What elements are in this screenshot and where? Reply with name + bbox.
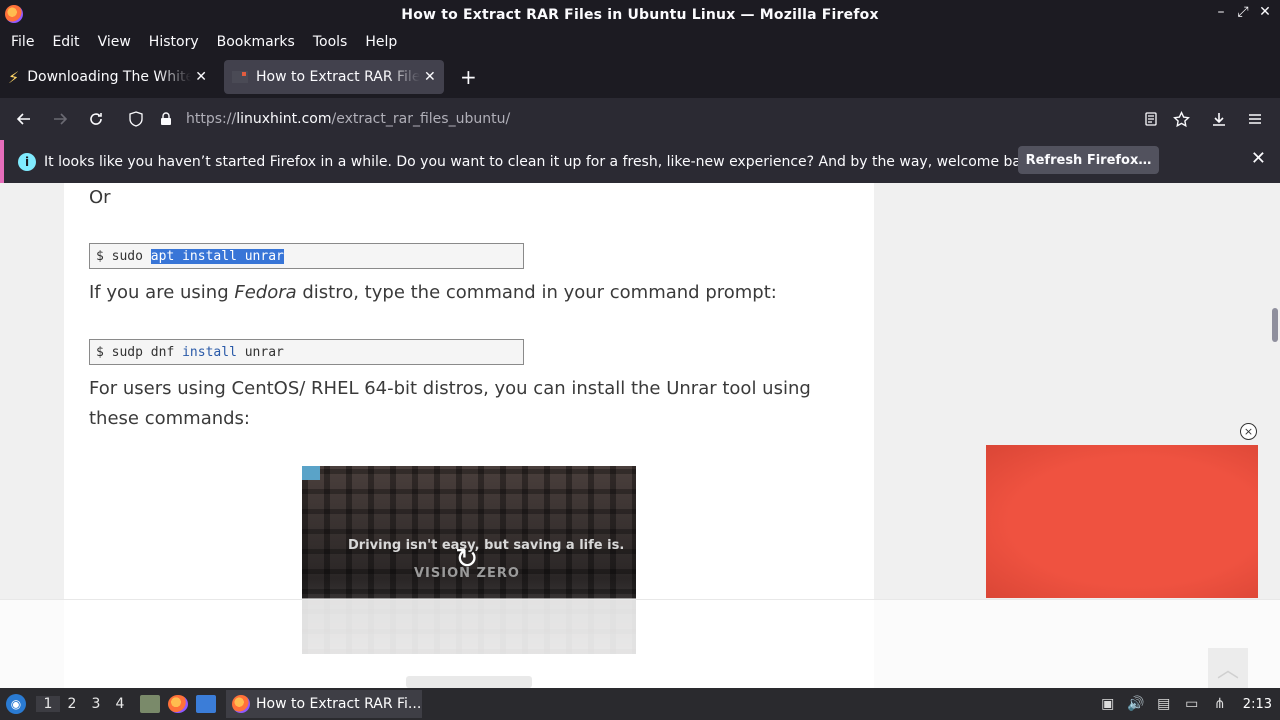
fedora-paragraph: If you are using Fedora distro, type the… [89, 278, 777, 308]
lock-icon[interactable] [160, 112, 172, 126]
ad-close-icon[interactable]: × [1240, 423, 1257, 440]
minimize-button[interactable]: – [1214, 4, 1228, 20]
notification-message: It looks like you haven’t started Firefo… [44, 153, 1043, 170]
info-icon: i [18, 152, 36, 171]
code-arg: unrar [244, 344, 284, 360]
tab-label: How to Extract RAR Files in Ubuntu [256, 69, 420, 85]
refresh-firefox-notification: i It looks like you haven’t started Fire… [0, 140, 1280, 183]
navigation-toolbar: https://linuxhint.com/extract_rar_files_… [0, 98, 1280, 140]
url-scheme: https:// [186, 111, 237, 127]
code-prompt: $ [96, 344, 104, 360]
tab-label: Downloading The White House [27, 69, 192, 85]
centos-line-2: these commands: [89, 408, 250, 429]
code-cmd: sudp dnf [111, 344, 175, 360]
scrollbar-thumb[interactable] [1272, 308, 1278, 342]
network-icon[interactable]: ⋔ [1211, 696, 1229, 712]
workspace-2[interactable]: 2 [60, 696, 84, 712]
downloads-button[interactable] [1204, 103, 1234, 135]
menu-view[interactable]: View [89, 34, 140, 50]
file-manager-icon[interactable] [140, 695, 160, 713]
reload-button[interactable] [78, 103, 114, 135]
reload-icon [90, 113, 102, 125]
menu-edit[interactable]: Edit [43, 34, 88, 50]
workspace-4[interactable]: 4 [108, 696, 132, 712]
tracking-shield-icon[interactable] [128, 111, 144, 127]
url-text[interactable]: https://linuxhint.com/extract_rar_files_… [186, 111, 510, 127]
refresh-firefox-button[interactable]: Refresh Firefox… [1018, 146, 1159, 174]
replay-icon[interactable]: ↻ [455, 542, 478, 575]
menu-history[interactable]: History [140, 34, 208, 50]
star-icon [1172, 110, 1190, 127]
back-arrow-icon [16, 113, 30, 125]
forward-button[interactable] [42, 103, 78, 135]
start-menu-icon[interactable]: ◉ [6, 694, 26, 714]
fedora-italic: Fedora [234, 282, 297, 303]
menu-help[interactable]: Help [356, 34, 406, 50]
centos-line-1: For users using CentOS/ RHEL 64-bit dist… [89, 378, 811, 399]
or-text: Or [89, 187, 111, 208]
hamburger-menu-icon [1249, 114, 1261, 124]
code-block-apt[interactable]: $ sudo apt install unrar [89, 243, 524, 269]
video-caption: Driving isn't easy, but saving a life is… [348, 538, 625, 553]
new-tab-button[interactable]: + [460, 65, 477, 89]
firefox-icon [5, 5, 23, 23]
window-titlebar: How to Extract RAR Files in Ubuntu Linux… [0, 0, 1280, 29]
code-cmd: sudo [111, 248, 143, 264]
menu-file[interactable]: File [2, 34, 43, 50]
forward-arrow-icon [54, 113, 68, 125]
side-ad-banner[interactable] [986, 445, 1258, 598]
system-tray: ▣ 🔊 ▤ ▭ ⋔ 2:13 [1099, 688, 1272, 720]
firefox-icon [232, 695, 250, 713]
ad-badge-icon [302, 466, 320, 480]
fedora-after: distro, type the command in your command… [296, 282, 777, 303]
display-icon[interactable]: ▭ [1183, 696, 1201, 712]
url-path: /extract_rar_files_ubuntu/ [331, 111, 511, 127]
workspace-1[interactable]: 1 [36, 696, 60, 712]
bolt-icon: ⚡ [8, 67, 20, 87]
linuxhint-favicon-icon [232, 71, 248, 83]
code-prompt: $ [96, 248, 104, 264]
code-block-dnf[interactable]: $ sudp dnf install unrar [89, 339, 524, 365]
download-icon [1213, 113, 1225, 126]
menu-bar: File Edit View History Bookmarks Tools H… [0, 29, 1280, 54]
clipboard-icon[interactable]: ▣ [1099, 696, 1117, 712]
workspace-3[interactable]: 3 [84, 696, 108, 712]
close-tab-icon[interactable]: ✕ [424, 69, 436, 85]
show-desktop-icon[interactable] [196, 695, 216, 713]
code-keyword: install [182, 344, 237, 360]
ad-placeholder [406, 676, 532, 688]
tab-strip: ⚡ Downloading The White House ✕ How to E… [0, 56, 1280, 98]
fedora-before: If you are using [89, 282, 235, 303]
page-content: Or $ sudo apt install unrar If you are u… [0, 183, 1280, 688]
maximize-button[interactable]: ⤢ [1236, 4, 1250, 20]
bookmark-star-button[interactable] [1166, 103, 1196, 135]
volume-icon[interactable]: 🔊 [1127, 696, 1145, 712]
tab-extract-rar[interactable]: How to Extract RAR Files in Ubuntu ✕ [224, 60, 444, 94]
notes-icon[interactable]: ▤ [1155, 696, 1173, 712]
close-tab-icon[interactable]: ✕ [195, 69, 207, 85]
selected-code-text[interactable]: apt install unrar [150, 248, 284, 264]
url-host: linuxhint.com [236, 111, 332, 127]
sticky-bottom-ad [0, 599, 1280, 688]
taskbar-firefox-window[interactable]: How to Extract RAR Fi... [226, 690, 422, 718]
scroll-to-top-button[interactable]: ︿ [1208, 648, 1248, 688]
app-menu-button[interactable] [1240, 103, 1270, 135]
system-taskbar: ◉ 1 2 3 4 How to Extract RAR Fi... ▣ 🔊 ▤… [0, 688, 1280, 720]
reader-view-button[interactable] [1136, 103, 1166, 135]
reader-view-icon [1145, 112, 1157, 126]
back-button[interactable] [6, 103, 42, 135]
url-bar[interactable]: https://linuxhint.com/extract_rar_files_… [118, 103, 1280, 135]
menu-tools[interactable]: Tools [304, 34, 357, 50]
close-window-button[interactable]: ✕ [1258, 4, 1272, 20]
firefox-launcher-icon[interactable] [168, 695, 188, 713]
task-label: How to Extract RAR Fi... [256, 696, 422, 712]
tab-downloading[interactable]: ⚡ Downloading The White House ✕ [0, 60, 222, 94]
window-title: How to Extract RAR Files in Ubuntu Linux… [401, 6, 879, 23]
menu-bookmarks[interactable]: Bookmarks [208, 34, 304, 50]
close-notification-icon[interactable]: ✕ [1251, 148, 1266, 169]
clock: 2:13 [1242, 696, 1272, 712]
page-scrollbar[interactable] [1268, 183, 1280, 688]
